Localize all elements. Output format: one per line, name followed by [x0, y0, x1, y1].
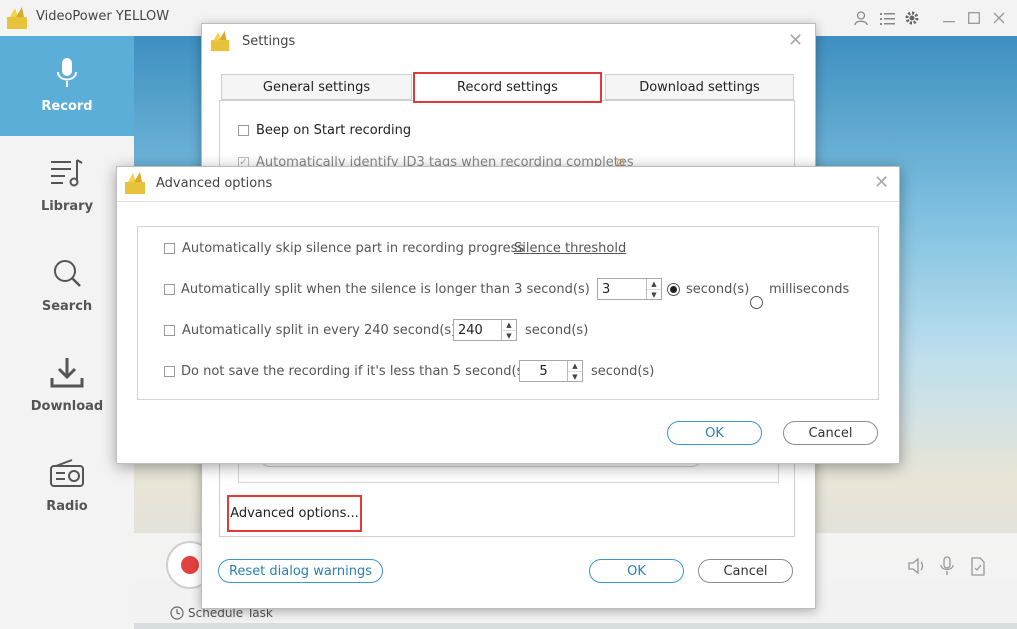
- record-dot-icon: [181, 556, 199, 574]
- split-silence-checkbox[interactable]: [164, 284, 175, 295]
- split-silence-stepper[interactable]: 3 ▲ ▼: [597, 278, 662, 300]
- download-icon: [50, 358, 84, 388]
- unit-seconds-label: second(s): [686, 282, 750, 297]
- close-icon[interactable]: [991, 10, 1007, 26]
- volume-icon[interactable]: [906, 555, 928, 577]
- sidebar-item-download[interactable]: Download: [0, 336, 134, 436]
- split-every-unit: second(s): [525, 323, 589, 338]
- stepper-down-icon[interactable]: ▼: [647, 290, 661, 300]
- settings-ok-button[interactable]: OK: [589, 559, 684, 583]
- audio-source-icon[interactable]: [937, 555, 959, 577]
- split-every-stepper[interactable]: 240 ▲ ▼: [453, 319, 517, 341]
- unit-milliseconds-label: milliseconds: [769, 282, 850, 297]
- min-length-stepper[interactable]: 5 ▲ ▼: [519, 360, 583, 382]
- divider: [117, 201, 899, 202]
- music-list-icon: [51, 159, 83, 187]
- sidebar-item-label: Radio: [46, 499, 88, 514]
- app-title: VideoPower YELLOW: [36, 9, 170, 24]
- sidebar-item-library[interactable]: Library: [0, 136, 134, 236]
- sidebar: Record Library Search Download Radio: [0, 36, 134, 629]
- settings-cancel-button[interactable]: Cancel: [698, 559, 793, 583]
- advanced-options-button[interactable]: Advanced options...: [227, 495, 362, 532]
- settings-title: Settings: [242, 34, 296, 49]
- split-every-checkbox[interactable]: [164, 325, 175, 336]
- min-length-label: Do not save the recording if it's less t…: [181, 364, 529, 379]
- advanced-cancel-button[interactable]: Cancel: [783, 421, 878, 445]
- sidebar-item-label: Download: [30, 399, 104, 414]
- menu-list-icon[interactable]: [879, 10, 895, 26]
- sidebar-item-label: Record: [41, 99, 93, 114]
- advanced-ok-button[interactable]: OK: [667, 421, 762, 445]
- tab-general-settings[interactable]: General settings: [221, 74, 412, 100]
- reset-dialog-warnings-button[interactable]: Reset dialog warnings: [218, 559, 383, 583]
- min-length-checkbox[interactable]: [164, 366, 175, 377]
- skip-silence-label: Automatically skip silence part in recor…: [182, 241, 525, 256]
- split-every-label: Automatically split in every 240 second(…: [182, 323, 457, 338]
- split-silence-label: Automatically split when the silence is …: [181, 282, 590, 297]
- settings-logo-icon: [210, 30, 230, 52]
- sidebar-item-record[interactable]: Record: [0, 36, 134, 136]
- app-logo-icon: [7, 7, 27, 29]
- stepper-up-icon[interactable]: ▲: [647, 279, 661, 290]
- stepper-up-icon[interactable]: ▲: [568, 361, 582, 372]
- sidebar-item-label: Search: [41, 299, 93, 314]
- skip-silence-checkbox[interactable]: [164, 243, 175, 254]
- advanced-logo-icon: [125, 172, 145, 194]
- file-icon[interactable]: [967, 555, 989, 577]
- gear-icon[interactable]: [904, 10, 920, 26]
- split-silence-value[interactable]: 3: [598, 279, 646, 299]
- sidebar-item-search[interactable]: Search: [0, 236, 134, 336]
- radio-icon: [50, 459, 84, 487]
- unit-seconds-radio[interactable]: [667, 283, 680, 296]
- silence-threshold-link[interactable]: Silence threshold: [514, 241, 626, 256]
- beep-checkbox[interactable]: [238, 125, 249, 136]
- unit-milliseconds-radio[interactable]: [750, 296, 763, 309]
- stepper-down-icon[interactable]: ▼: [568, 372, 582, 382]
- advanced-title: Advanced options: [156, 176, 273, 191]
- tab-record-settings[interactable]: Record settings: [413, 72, 602, 103]
- clock-icon: [170, 606, 184, 620]
- account-icon[interactable]: [853, 10, 869, 26]
- sidebar-item-label: Library: [40, 199, 94, 214]
- maximize-icon[interactable]: [966, 10, 982, 26]
- min-length-value[interactable]: 5: [520, 361, 567, 381]
- microphone-icon: [57, 58, 77, 87]
- minimize-icon[interactable]: [941, 10, 957, 26]
- split-every-value[interactable]: 240: [454, 320, 501, 340]
- search-icon: [54, 260, 81, 287]
- beep-label: Beep on Start recording: [256, 123, 412, 138]
- advanced-close-icon[interactable]: ✕: [874, 174, 889, 192]
- stepper-up-icon[interactable]: ▲: [502, 320, 516, 331]
- settings-close-icon[interactable]: ✕: [788, 32, 803, 50]
- min-length-unit: second(s): [591, 364, 655, 379]
- stepper-down-icon[interactable]: ▼: [502, 331, 516, 341]
- sidebar-item-radio[interactable]: Radio: [0, 436, 134, 536]
- tab-download-settings[interactable]: Download settings: [605, 74, 794, 100]
